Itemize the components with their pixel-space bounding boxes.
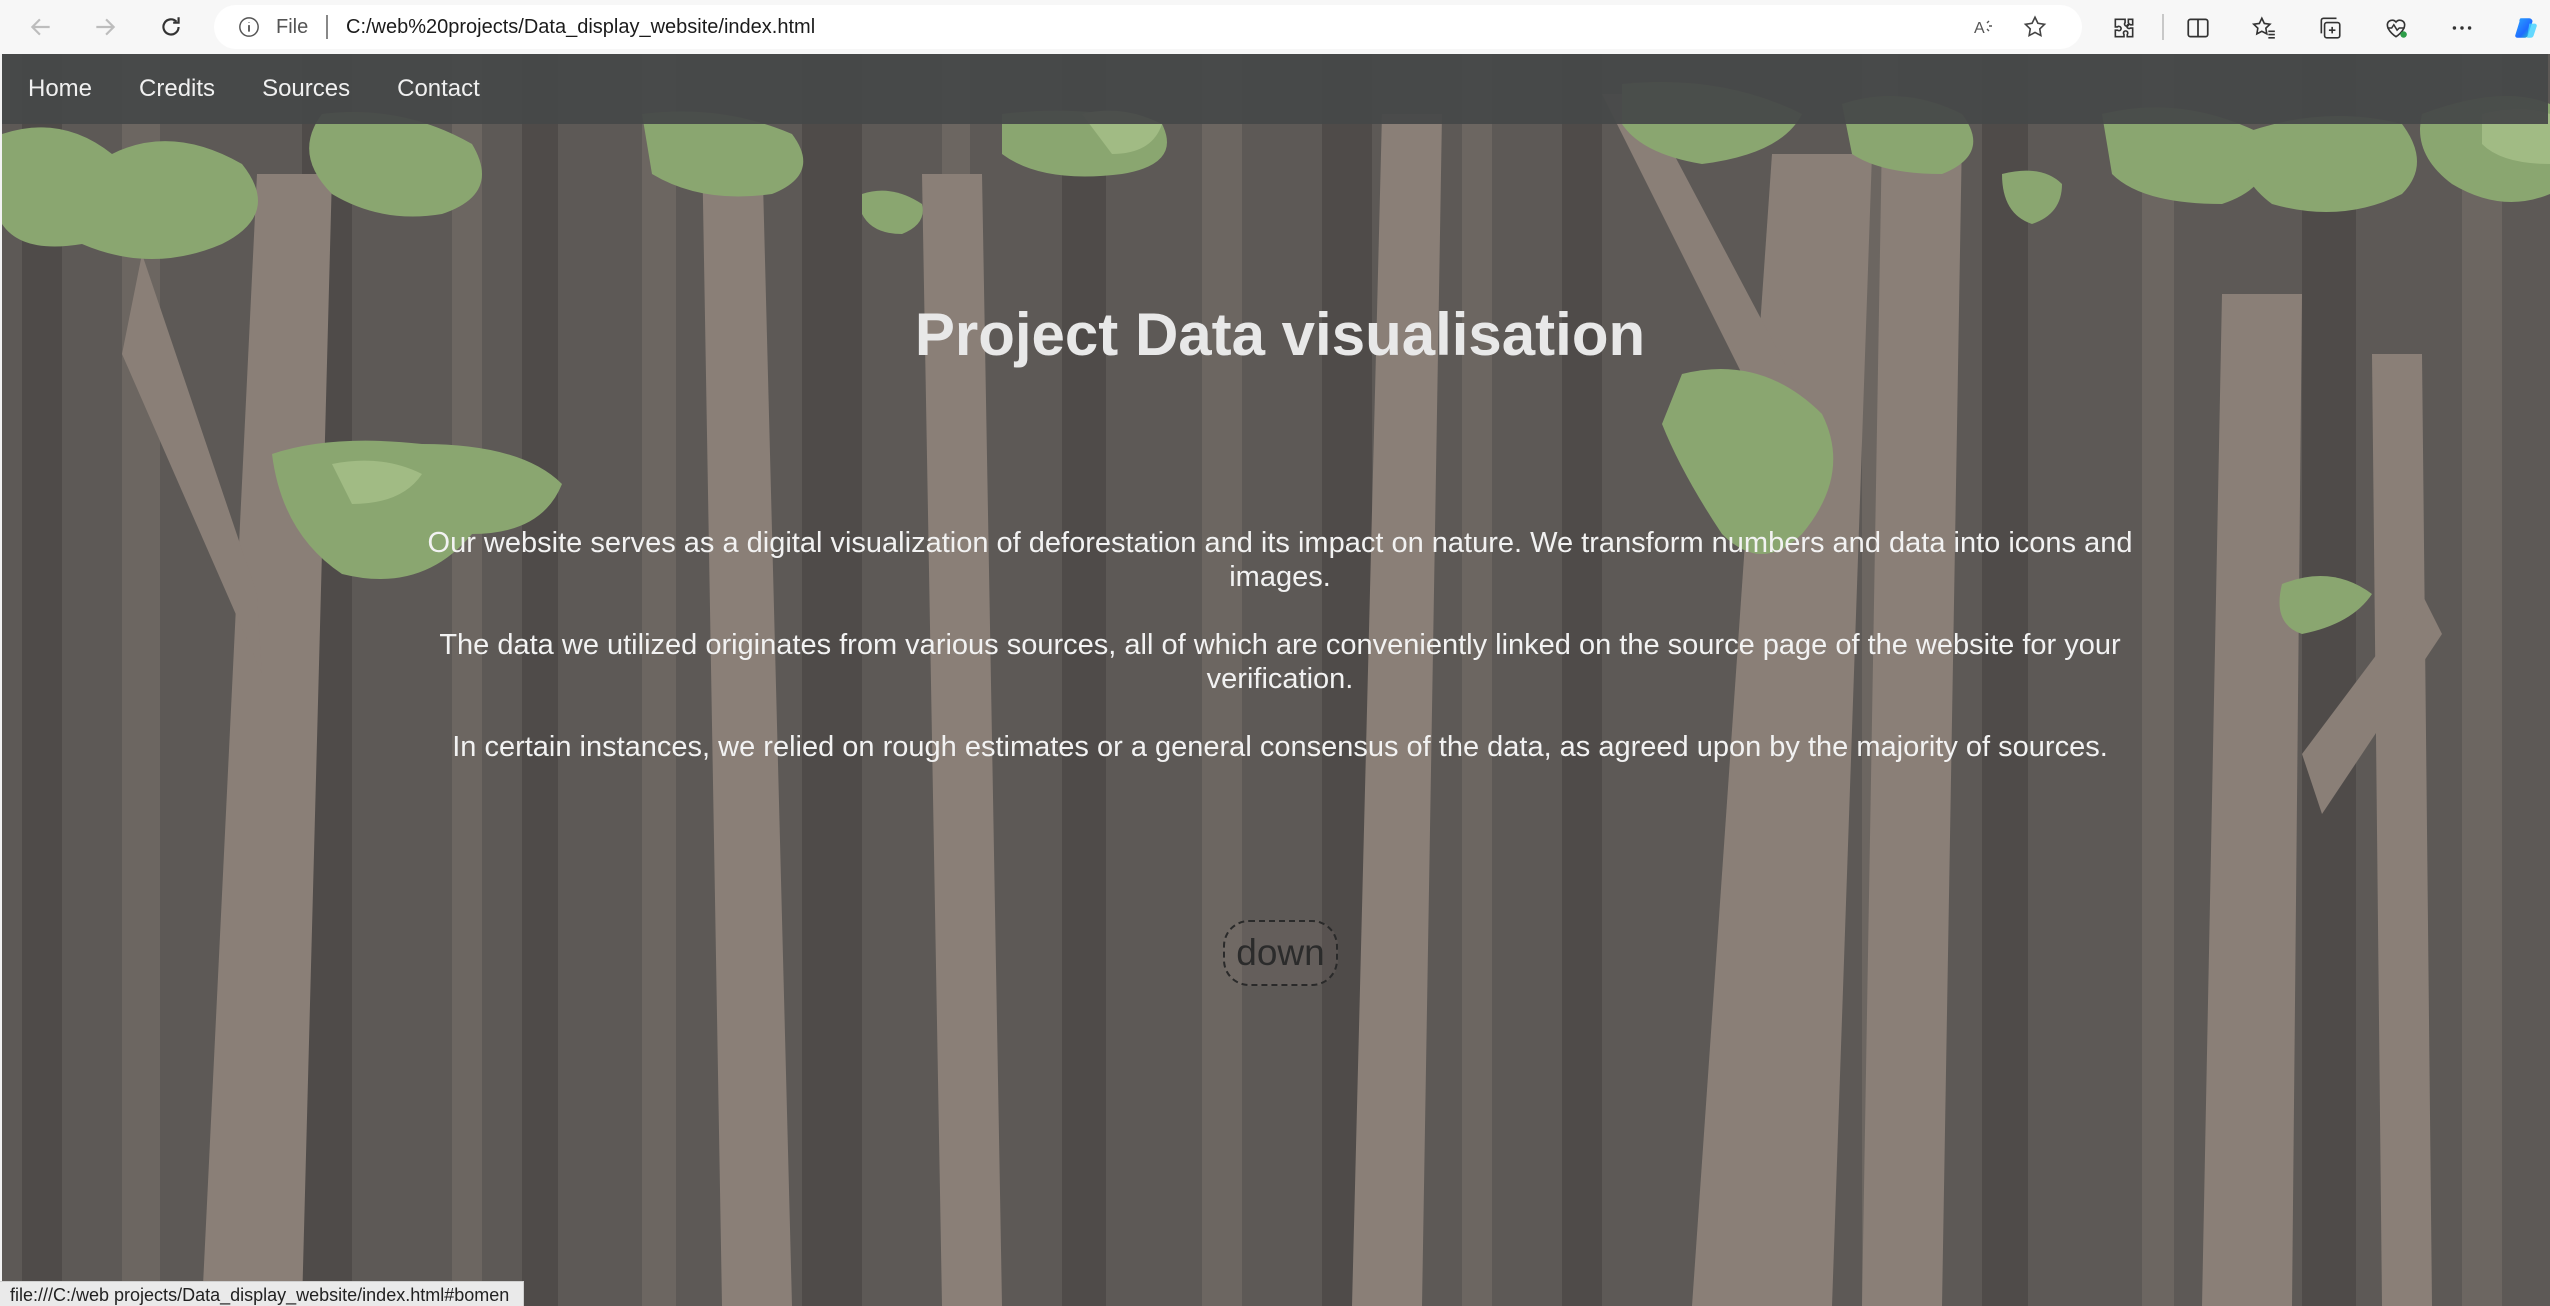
copilot-icon: [2515, 18, 2537, 38]
status-bar-url: file:///C:/web projects/Data_display_web…: [0, 1281, 524, 1306]
nav-credits[interactable]: Credits: [139, 75, 215, 103]
nav-home[interactable]: Home: [28, 75, 92, 103]
address-separator: [326, 15, 328, 39]
copilot-button[interactable]: [2506, 8, 2546, 48]
back-arrow-icon: [30, 18, 50, 36]
scroll-down-button[interactable]: down: [1223, 920, 1338, 986]
intro-text: Our website serves as a digital visualiz…: [392, 526, 2168, 798]
intro-paragraph: Our website serves as a digital visualiz…: [427, 527, 2133, 593]
collections-button[interactable]: [2310, 8, 2350, 48]
svg-text:A: A: [1974, 20, 1985, 37]
nav-contact[interactable]: Contact: [397, 75, 480, 103]
collections-icon: [2320, 17, 2341, 39]
forward-button[interactable]: [82, 4, 128, 50]
address-bar[interactable]: File C:/web%20projects/Data_display_webs…: [214, 5, 2082, 49]
back-button[interactable]: [18, 4, 64, 50]
forward-arrow-icon: [96, 18, 116, 36]
extensions-button[interactable]: [2104, 8, 2144, 48]
site-navigation: Home Credits Sources Contact: [2, 54, 2548, 124]
split-screen-button[interactable]: [2178, 8, 2218, 48]
star-icon[interactable]: [2022, 14, 2048, 40]
intro-paragraph: In certain instances, we relied on rough…: [452, 731, 2108, 763]
toolbar-separator: [2162, 14, 2164, 40]
more-icon: [2452, 26, 2472, 30]
refresh-button[interactable]: [148, 4, 194, 50]
page-viewport: Project Data visualisation Our website s…: [2, 54, 2550, 1306]
favorites-icon: [2251, 16, 2275, 39]
nav-sources[interactable]: Sources: [262, 75, 350, 103]
address-scheme-label: File: [276, 16, 309, 38]
health-button[interactable]: [2376, 8, 2416, 48]
url-text[interactable]: C:/web%20projects/Data_display_website/i…: [346, 16, 815, 39]
more-button[interactable]: [2442, 8, 2482, 48]
heart-pulse-icon: [2386, 19, 2407, 38]
favorites-button[interactable]: [2244, 8, 2284, 48]
refresh-icon: [162, 17, 180, 36]
read-aloud-icon[interactable]: A: [1972, 15, 1996, 39]
info-icon[interactable]: [238, 16, 260, 38]
intro-paragraph: The data we utilized originates from var…: [439, 629, 2121, 695]
page-title: Project Data visualisation: [914, 301, 1646, 368]
puzzle-icon: [2114, 18, 2134, 38]
split-screen-icon: [2187, 18, 2209, 38]
browser-toolbar: File C:/web%20projects/Data_display_webs…: [0, 0, 2550, 54]
